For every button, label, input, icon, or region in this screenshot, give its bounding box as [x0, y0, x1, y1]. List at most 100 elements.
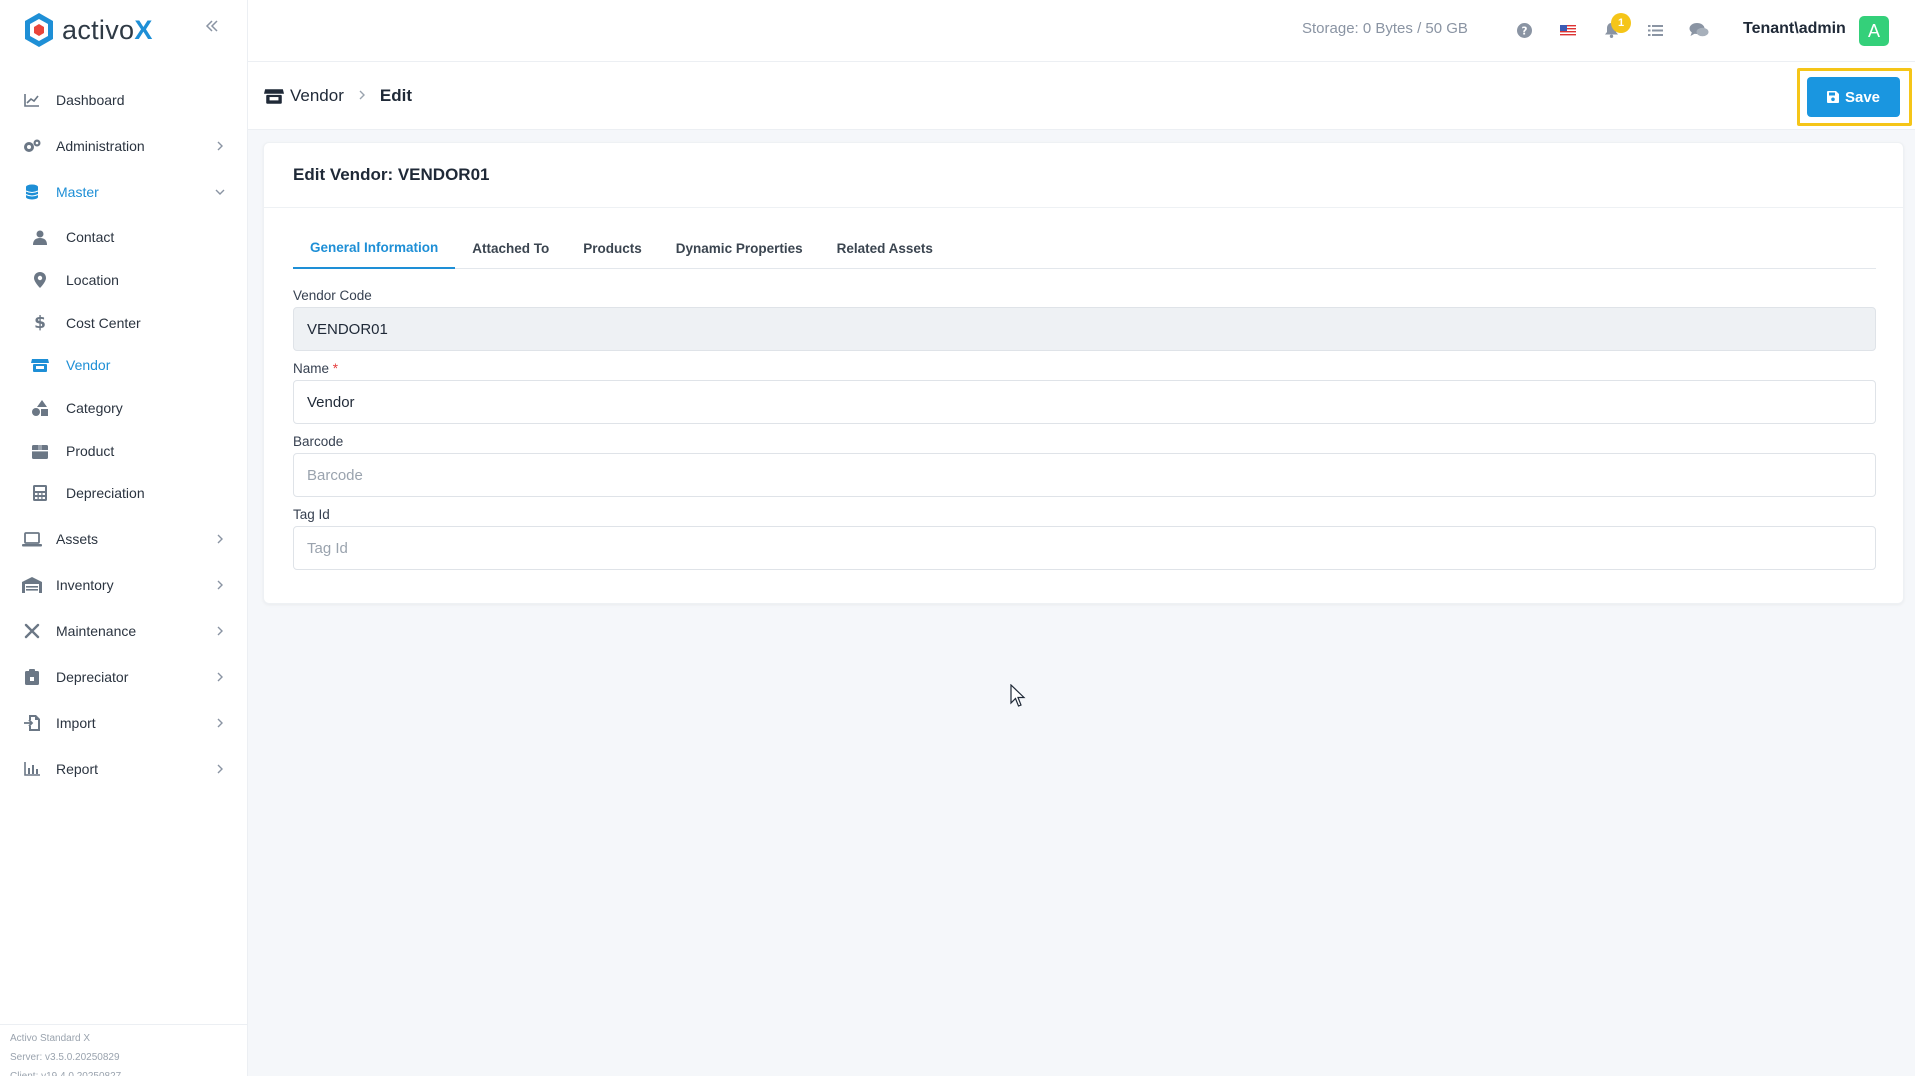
- sidebar-item-label: Vendor: [66, 357, 111, 373]
- dollar-icon: $: [34, 313, 46, 333]
- sidebar-item-label: Cost Center: [66, 315, 141, 331]
- topbar: Storage: 0 Bytes / 50 GB ? 1 Tenant\admi…: [248, 0, 1915, 62]
- database-icon: [22, 182, 42, 202]
- vendor-code-label: Vendor Code: [293, 288, 372, 303]
- edit-vendor-card: Edit Vendor: VENDOR01 General Informatio…: [263, 142, 1904, 604]
- sidebar-item-label: Category: [66, 400, 123, 416]
- sidebar-item-label: Master: [56, 184, 99, 200]
- save-button-label: Save: [1844, 88, 1881, 106]
- tab-attached-to[interactable]: Attached To: [455, 227, 566, 269]
- shapes-icon: [30, 398, 50, 418]
- tab-dynamic-properties[interactable]: Dynamic Properties: [659, 227, 820, 269]
- sidebar-item-category[interactable]: Category: [0, 388, 248, 428]
- sidebar-item-maintenance[interactable]: Maintenance: [0, 611, 248, 651]
- tasks-list-icon[interactable]: [1644, 19, 1666, 41]
- cogs-icon: [22, 136, 42, 156]
- sidebar-item-import[interactable]: Import: [0, 703, 248, 743]
- barcode-label: Barcode: [293, 434, 344, 449]
- chevron-right-icon: [213, 762, 227, 776]
- store-icon: [30, 355, 50, 375]
- breadcrumb-vendor-link[interactable]: Vendor: [290, 86, 344, 106]
- name-label-text: Name: [293, 361, 330, 376]
- sidebar-item-vendor[interactable]: Vendor: [0, 345, 248, 385]
- file-import-icon: [22, 713, 42, 733]
- tab-general-information[interactable]: General Information: [293, 227, 456, 269]
- sidebar-item-label: Product: [66, 443, 115, 459]
- user-name[interactable]: Tenant\admin: [1743, 20, 1846, 38]
- breadcrumb: Vendor Edit: [264, 86, 412, 106]
- chevron-right-icon: [213, 716, 227, 730]
- divider: [264, 207, 1903, 208]
- brand-name: activoX: [62, 14, 153, 45]
- chevron-right-icon: [213, 670, 227, 684]
- sidebar-item-administration[interactable]: Administration: [0, 126, 248, 166]
- sidebar-item-label: Inventory: [56, 577, 114, 593]
- form-tabs: General Information Attached To Products…: [293, 227, 1876, 269]
- sidebar-item-label: Maintenance: [56, 623, 137, 639]
- sidebar: activoX Dashboard Administration Master …: [0, 0, 248, 1076]
- product-edition: Activo Standard X: [10, 1033, 91, 1044]
- sidebar-item-dashboard[interactable]: Dashboard: [0, 80, 248, 120]
- sidebar-item-master[interactable]: Master: [0, 172, 248, 212]
- name-label: Name *: [293, 361, 338, 376]
- server-version: Server: v3.5.0.20250829: [10, 1052, 120, 1063]
- name-field[interactable]: [293, 380, 1876, 424]
- user-icon: [30, 227, 50, 247]
- mouse-pointer-icon: [1010, 684, 1026, 707]
- tag-id-field[interactable]: [293, 526, 1876, 570]
- page-header: Vendor Edit Save: [248, 62, 1915, 130]
- tools-icon: [22, 621, 42, 641]
- chevron-right-icon: [213, 139, 227, 153]
- sidebar-item-contact[interactable]: Contact: [0, 217, 248, 257]
- help-icon[interactable]: ?: [1513, 19, 1535, 41]
- sidebar-item-label: Location: [66, 272, 119, 288]
- tab-products[interactable]: Products: [566, 227, 659, 269]
- client-version: Client: v19.4.0.20250827: [10, 1067, 248, 1076]
- chat-icon[interactable]: [1688, 19, 1710, 41]
- sidebar-item-label: Contact: [66, 229, 115, 245]
- sidebar-item-label: Administration: [56, 138, 145, 154]
- chevron-right-icon: [356, 88, 368, 105]
- sidebar-item-label: Depreciation: [66, 485, 145, 501]
- sidebar-item-report[interactable]: Report: [0, 749, 248, 789]
- chevron-right-icon: [213, 624, 227, 638]
- avatar[interactable]: A: [1859, 16, 1889, 46]
- sidebar-item-cost-center[interactable]: $ Cost Center: [0, 303, 248, 343]
- breadcrumb-current: Edit: [379, 86, 412, 105]
- sidebar-item-location[interactable]: Location: [0, 260, 248, 300]
- clipboard-icon: [22, 667, 42, 687]
- sidebar-item-label: Import: [56, 715, 96, 731]
- calculator-icon: [30, 483, 50, 503]
- chart-line-icon: [22, 90, 42, 110]
- sidebar-item-depreciation[interactable]: Depreciation: [0, 473, 248, 513]
- save-button[interactable]: Save: [1807, 77, 1900, 117]
- save-button-highlight: Save: [1797, 68, 1912, 126]
- required-marker: *: [332, 361, 339, 376]
- sidebar-item-label: Assets: [56, 531, 99, 547]
- storage-usage: Storage: 0 Bytes / 50 GB: [1302, 20, 1468, 37]
- notification-count-badge: 1: [1611, 13, 1631, 33]
- version-info: Activo Standard X Server: v3.5.0.2025082…: [0, 1024, 248, 1076]
- warehouse-icon: [22, 575, 42, 595]
- map-pin-icon: [30, 270, 50, 290]
- sidebar-item-product[interactable]: Product: [0, 431, 248, 471]
- us-flag-icon[interactable]: [1557, 19, 1579, 41]
- sidebar-item-depreciator[interactable]: Depreciator: [0, 657, 248, 697]
- tab-related-assets[interactable]: Related Assets: [820, 227, 950, 269]
- box-icon: [30, 441, 50, 461]
- brand[interactable]: activoX: [0, 0, 247, 60]
- sidebar-item-label: Report: [56, 761, 99, 777]
- sidebar-item-assets[interactable]: Assets: [0, 519, 248, 559]
- page-title: Edit Vendor: VENDOR01: [293, 165, 490, 184]
- activox-logo-icon: [25, 13, 53, 47]
- barcode-field[interactable]: [293, 453, 1876, 497]
- vendor-code-field: [293, 307, 1876, 351]
- sidebar-item-label: Dashboard: [56, 92, 125, 108]
- collapse-sidebar-icon[interactable]: [204, 18, 224, 38]
- sidebar-item-inventory[interactable]: Inventory: [0, 565, 248, 605]
- laptop-icon: [22, 529, 42, 549]
- sidebar-item-label: Depreciator: [56, 669, 129, 685]
- svg-text:?: ?: [1521, 25, 1527, 37]
- chevron-down-icon: [213, 185, 227, 199]
- store-icon: [264, 88, 284, 105]
